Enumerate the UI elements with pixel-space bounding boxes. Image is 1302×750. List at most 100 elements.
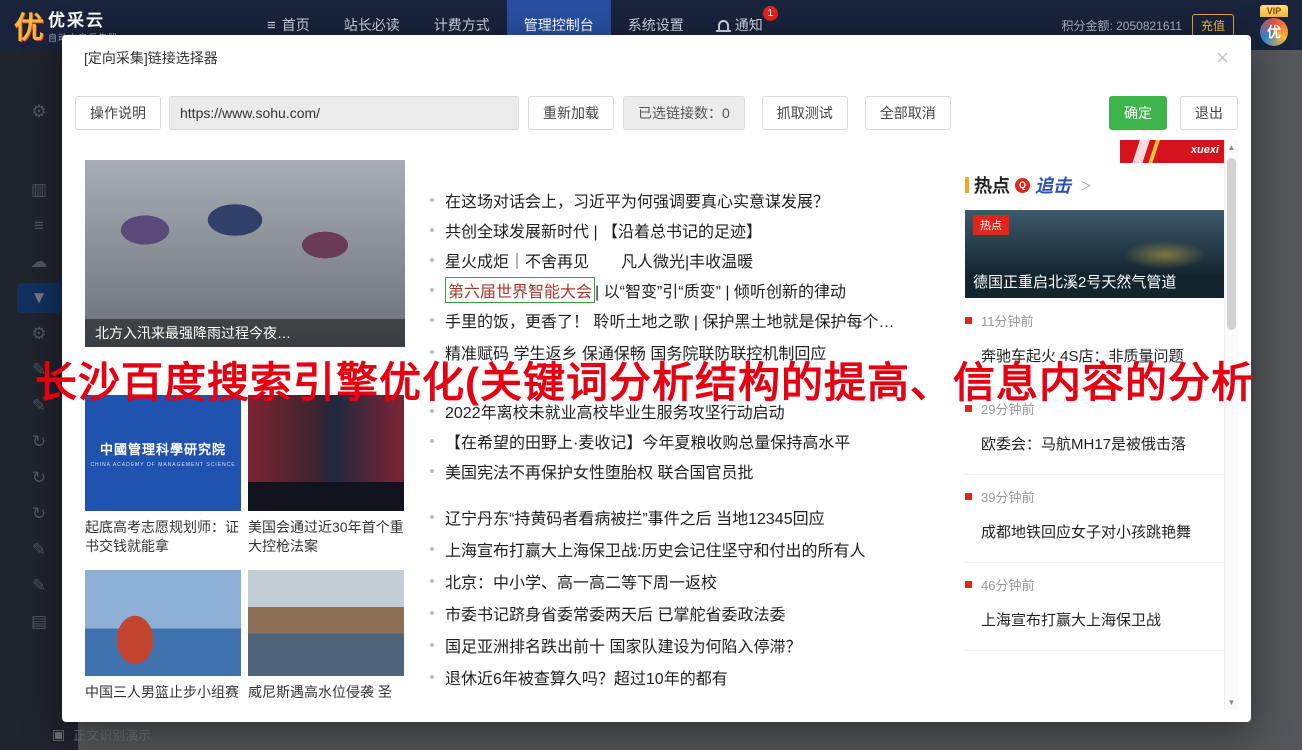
news-link[interactable]: 美国宪法不再保护女性堕胎权 联合国官员批 <box>430 456 950 486</box>
hot-timeline: 11分钟前奔驰车起火 4S店：非质量问题29分钟前欧委会：马航MH17是被俄击落… <box>965 299 1227 651</box>
hot-section: 热点 Q 追击 ＞ 热点 德国正重启北溪2号天然气管道 11分钟前奔驰车起火 4… <box>965 172 1227 651</box>
news-link[interactable]: 在这场对话会上，习近平为何强调要真心实意谋发展？ <box>430 185 950 215</box>
bell-icon <box>718 20 729 30</box>
congress-photo <box>248 395 404 511</box>
news-link-text: 在这场对话会上，习近平为何强调要真心实意谋发展？ <box>445 188 829 212</box>
hot-timeline-item[interactable]: 11分钟前奔驰车起火 4S店：非质量问题 <box>965 299 1227 387</box>
headline-group: 2022年离校未就业高校毕业生服务攻坚行动启动【在希望的田野上·麦收记】今年夏粮… <box>430 396 950 486</box>
photo-card[interactable]: 威尼斯遇高水位侵袭 圣 <box>248 570 404 702</box>
hot-title-prefix: 热点 <box>974 172 1010 198</box>
scroll-down-icon[interactable]: ▼ <box>1225 695 1238 710</box>
logo-title: 优采云 <box>48 6 118 31</box>
exit-button[interactable]: 退出 <box>1180 96 1238 130</box>
timeline-bullet-icon <box>965 317 972 324</box>
timeline-time: 39分钟前 <box>981 487 1034 506</box>
timeline-bullet-icon <box>965 493 972 500</box>
news-link[interactable]: 共创全球发展新时代 | 【沿着总书记的足迹】 <box>430 215 950 245</box>
photo-card[interactable]: 美国会通过近30年首个重大控枪法案 <box>248 395 404 556</box>
news-link[interactable]: 【在希望的田野上·麦收记】今年夏粮收购总量保持高水平 <box>430 426 950 456</box>
scrollbar-thumb[interactable] <box>1227 158 1236 330</box>
vertical-scrollbar[interactable]: ▲ ▼ <box>1224 140 1238 710</box>
modal-toolbar: 操作说明 重新加载 已选链接数：0 抓取测试 全部取消 确定 退出 <box>75 96 1238 130</box>
hot-lead-photo[interactable]: 热点 德国正重启北溪2号天然气管道 <box>965 210 1227 298</box>
hot-title-suffix: 追击 <box>1035 172 1071 198</box>
news-link[interactable]: 市委书记跻身省委常委两天后 已掌舵省委政法委 <box>430 597 950 629</box>
news-link[interactable]: 2022年离校未就业高校毕业生服务攻坚行动启动 <box>430 396 950 426</box>
timeline-title: 欧委会：马航MH17是被俄击落 <box>981 433 1227 454</box>
scroll-up-icon[interactable]: ▲ <box>1225 140 1238 155</box>
photo-caption: 起底高考志愿规划师：证书交钱就能拿 <box>85 518 241 556</box>
news-link-text: 市委书记跻身省委常委两天后 已掌舵省委政法委 <box>445 601 785 625</box>
headline-list: 在这场对话会上，习近平为何强调要真心实意谋发展？ 共创全球发展新时代 | 【沿着总… <box>430 185 950 693</box>
photo-card[interactable]: 中國管理科學研究院 CHINA ACADEMY OF MANAGEMENT SC… <box>85 395 241 556</box>
cancel-all-button[interactable]: 全部取消 <box>865 96 951 130</box>
logo-glyph: 优 <box>14 3 44 47</box>
url-input[interactable] <box>169 96 519 130</box>
vip-badge[interactable]: VIP <box>1260 5 1289 17</box>
news-link[interactable]: 上海宣布打赢大上海保卫战:历史会记住坚守和付出的所有人 <box>430 533 950 565</box>
headline-group: 在这场对话会上，习近平为何强调要真心实意谋发展？ 共创全球发展新时代 | 【沿着总… <box>430 185 950 335</box>
news-link-text: 辽宁丹东“持黄码者看病被拦”事件之后 当地12345回应 <box>445 505 825 529</box>
photo-caption: 美国会通过近30年首个重大控枪法案 <box>248 518 404 556</box>
recharge-button[interactable]: 充值 <box>1192 14 1234 37</box>
banner-text: xuexi <box>1191 144 1219 156</box>
news-link-text: 【在希望的田野上·麦收记】今年夏粮收购总量保持高水平 <box>445 429 850 453</box>
nav-item-label: 系统设置 <box>628 15 684 35</box>
institute-sign-subtext: CHINA ACADEMY OF MANAGEMENT SCIENCE <box>90 462 235 468</box>
nav-item-label: 站长必读 <box>344 15 400 35</box>
selected-count: 已选链接数：0 <box>623 96 745 130</box>
news-link-text: 北京：中小学、高一高二等下周一返校 <box>445 569 717 593</box>
headline-group: 精准赋码 学生返乡 保通保畅 国务院联防联控机制回应 <box>430 337 950 367</box>
news-link-text: 2022年离校未就业高校毕业生服务攻坚行动启动 <box>445 399 785 423</box>
nav-item-label: 计费方式 <box>434 15 490 35</box>
news-link[interactable]: 辽宁丹东“持黄码者看病被拦”事件之后 当地12345回应 <box>430 501 950 533</box>
embedded-webpage: xuexi 北方入汛来最强降雨过程今夜… 中國管理科學研究院 CHINA ACA… <box>75 140 1238 722</box>
news-link[interactable]: 北京：中小学、高一高二等下周一返校 <box>430 565 950 597</box>
news-link[interactable]: 第六届世界智能大会 | 以“智变”引“质变” | 倾听创新的律动 <box>430 275 950 305</box>
institute-photo: 中國管理科學研究院 CHINA ACADEMY OF MANAGEMENT SC… <box>85 395 241 511</box>
institute-sign-text: 中國管理科學研究院 <box>100 439 226 458</box>
account-corner: VIP 优 <box>1252 5 1296 46</box>
banner-stripe <box>1131 140 1151 163</box>
header-accent-bar <box>965 177 969 193</box>
reload-button[interactable]: 重新加载 <box>528 96 614 130</box>
timeline-title: 上海宣布打赢大上海保卫战 <box>981 609 1227 630</box>
lead-photo-caption: 北方入汛来最强降雨过程今夜… <box>85 319 405 347</box>
selected-link-highlight[interactable]: 第六届世界智能大会 <box>445 277 595 303</box>
news-link-text: | 以“智变”引“质变” | 倾听创新的律动 <box>595 278 846 302</box>
news-link[interactable]: 星火成炬｜不舍再见 凡人微光|丰收温暖 <box>430 245 950 275</box>
photo-card[interactable]: 中国三人男篮止步小组赛 <box>85 570 241 702</box>
nav-item-label: 通知 <box>735 15 763 35</box>
hot-timeline-item[interactable]: 46分钟前上海宣布打赢大上海保卫战 <box>965 563 1227 651</box>
photo-caption: 威尼斯遇高水位侵袭 圣 <box>248 683 404 702</box>
hot-timeline-item[interactable]: 39分钟前成都地铁回应女子对小孩跳艳舞 <box>965 475 1227 563</box>
link-selector-modal: [定向采集]链接选择器 × 操作说明 重新加载 已选链接数：0 抓取测试 全部取… <box>62 35 1251 722</box>
chevron-right-icon: ＞ <box>1080 177 1092 194</box>
close-icon[interactable]: × <box>1216 47 1229 69</box>
photo-caption: 中国三人男篮止步小组赛 <box>85 683 241 702</box>
timeline-bullet-icon <box>965 405 972 412</box>
confirm-button[interactable]: 确定 <box>1109 96 1167 130</box>
news-link[interactable]: 国足亚洲排名跌出前十 国家队建设为何陷入停滞？ <box>430 629 950 661</box>
news-link[interactable]: 精准赋码 学生返乡 保通保畅 国务院联防联控机制回应 <box>430 337 950 367</box>
grab-test-button[interactable]: 抓取测试 <box>762 96 848 130</box>
timeline-title: 奔驰车起火 4S店：非质量问题 <box>981 345 1227 366</box>
help-button[interactable]: 操作说明 <box>75 96 161 130</box>
timeline-time: 29分钟前 <box>981 399 1034 418</box>
headline-group: 辽宁丹东“持黄码者看病被拦”事件之后 当地12345回应上海宣布打赢大上海保卫战… <box>430 501 950 693</box>
hot-timeline-item[interactable]: 29分钟前欧委会：马航MH17是被俄击落 <box>965 387 1227 475</box>
news-link[interactable]: 手里的饭，更香了！ 聆听土地之歌 | 保护黑土地就是保护每个… <box>430 305 950 335</box>
news-link-text: 美国宪法不再保护女性堕胎权 联合国官员批 <box>445 459 753 483</box>
news-link[interactable]: 退休近6年被查算久吗？超过10年的都有 <box>430 661 950 693</box>
lead-photo[interactable]: 北方入汛来最强降雨过程今夜… <box>85 160 405 347</box>
notification-badge: 1 <box>763 6 778 21</box>
hot-section-header[interactable]: 热点 Q 追击 ＞ <box>965 172 1227 198</box>
timeline-time: 11分钟前 <box>981 311 1034 330</box>
nav-item-label: 管理控制台 <box>524 15 594 35</box>
timeline-time: 46分钟前 <box>981 575 1034 594</box>
basketball-photo <box>85 570 241 676</box>
app-root: ⚙▥≡☁▼⚙✎✎↻↻↻✎✎▤ ▣ 正文识别演示 优 优采云 自动文章采集器 ≡首… <box>0 0 1302 750</box>
hot-tag: 热点 <box>973 215 1009 235</box>
news-link-text: 共创全球发展新时代 | 【沿着总书记的足迹】 <box>445 218 762 242</box>
promo-banner[interactable]: xuexi <box>1120 140 1227 163</box>
